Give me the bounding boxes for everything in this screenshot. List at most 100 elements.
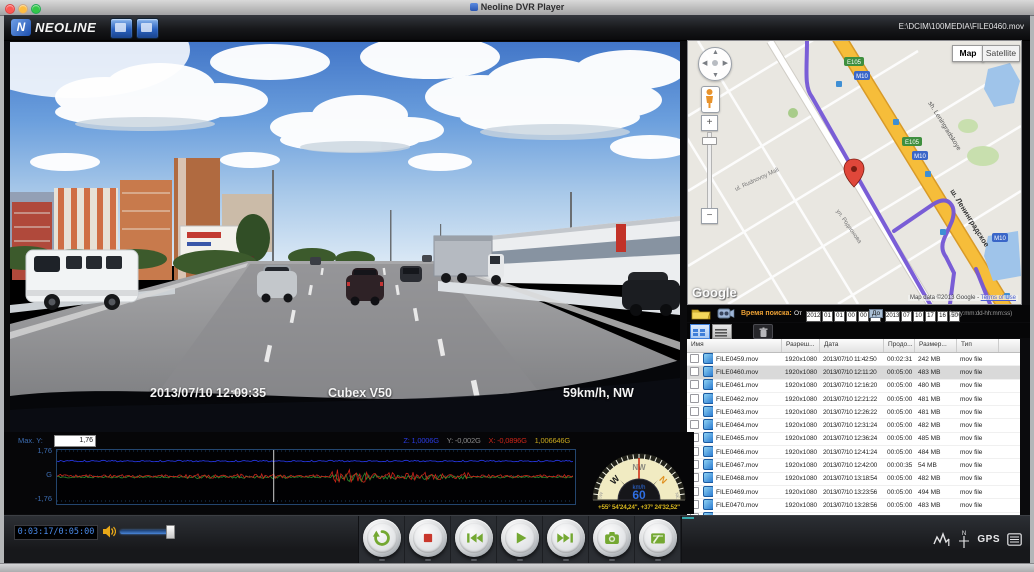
file-name: FILE0470.mov xyxy=(713,502,782,509)
file-type: mov file xyxy=(957,422,999,429)
file-resolution: 1920x1080 xyxy=(782,502,820,509)
camera-files-icon[interactable] xyxy=(717,307,735,320)
player-prev-button[interactable] xyxy=(455,519,493,557)
button-label-dash xyxy=(609,559,615,561)
map-view-button[interactable]: Map xyxy=(952,45,984,62)
movie-file-icon xyxy=(703,406,713,417)
time-field[interactable]: 01 xyxy=(834,311,845,322)
file-checkbox[interactable] xyxy=(690,354,699,363)
thumbnail-view-button[interactable] xyxy=(690,324,710,339)
file-type: mov file xyxy=(957,396,999,403)
open-folder-button[interactable] xyxy=(136,18,159,39)
delete-files-button[interactable] xyxy=(753,324,773,339)
compass-toggle-icon[interactable]: N xyxy=(958,529,970,549)
file-duration: 00:05:00 xyxy=(884,435,915,442)
column-header[interactable]: Тип xyxy=(957,339,999,352)
speaker-icon[interactable] xyxy=(102,524,116,539)
neoline-logo-icon: N xyxy=(11,19,31,36)
file-list-toggle-icon[interactable] xyxy=(1007,533,1022,546)
street-view-pegman[interactable] xyxy=(701,86,720,113)
g-sensor-graph[interactable] xyxy=(56,449,576,505)
max-y-input[interactable]: 1,76 xyxy=(54,435,96,447)
file-checkbox[interactable] xyxy=(690,394,699,403)
time-field[interactable]: 10 xyxy=(913,311,924,322)
movie-file-icon xyxy=(703,419,713,430)
time-field[interactable]: 00 xyxy=(846,311,857,322)
movie-file-icon xyxy=(703,472,713,483)
file-size: 481 MB xyxy=(915,396,957,403)
svg-text:E105: E105 xyxy=(847,60,862,66)
gps-map[interactable]: sh. Leningradskoye ш. Ленинградское ul. … xyxy=(687,40,1022,305)
time-field[interactable]: 2012 xyxy=(806,311,821,322)
terms-of-use-link[interactable]: Terms of Use xyxy=(981,295,1016,301)
file-row[interactable]: FILE0461.mov1920x10802013/07/10 12:16:20… xyxy=(687,380,1020,393)
file-row[interactable]: FILE0470.mov1920x10802013/07/10 13:28:56… xyxy=(687,499,1020,512)
movie-file-icon xyxy=(703,486,713,497)
file-duration: 00:00:35 xyxy=(884,462,915,469)
file-row[interactable]: FILE0468.mov1920x10802013/07/10 13:18:54… xyxy=(687,473,1020,486)
time-field[interactable]: 17 xyxy=(925,311,936,322)
file-row[interactable]: FILE0469.mov1920x10802013/07/10 13:23:56… xyxy=(687,486,1020,499)
player-stop-button[interactable] xyxy=(409,519,447,557)
player-display-button[interactable] xyxy=(639,519,677,557)
file-list: ИмяРазреш...ДатаПродо...Размер...Тип FIL… xyxy=(687,339,1020,512)
open-files-button[interactable] xyxy=(110,18,133,39)
file-date: 2013/07/10 12:31:24 xyxy=(820,422,884,429)
to-label[interactable]: До xyxy=(869,309,883,318)
map-pan-control[interactable]: ▲▼ ◀▶ xyxy=(698,47,732,81)
column-header[interactable]: Размер... xyxy=(915,339,957,352)
z-trace xyxy=(57,460,573,462)
file-checkbox[interactable] xyxy=(690,380,699,389)
movie-file-icon xyxy=(703,366,713,377)
file-date: 2013/07/10 12:16:20 xyxy=(820,382,884,389)
column-header[interactable]: Разреш... xyxy=(782,339,820,352)
satellite-view-button[interactable]: Satellite xyxy=(982,45,1020,62)
map-zoom-in-button[interactable]: + xyxy=(701,115,718,131)
file-row[interactable]: FILE0459.mov1920x10802013/07/10 11:42:50… xyxy=(687,353,1020,366)
player-button-cell xyxy=(451,516,497,564)
dashcam-scene xyxy=(10,42,680,432)
status-icons: N GPS xyxy=(933,526,1022,552)
file-row[interactable]: FILE0467.mov1920x10802013/07/10 12:42:00… xyxy=(687,459,1020,472)
player-next-button[interactable] xyxy=(547,519,585,557)
player-buttons xyxy=(358,516,682,564)
map-zoom-out-button[interactable]: − xyxy=(701,208,718,224)
time-field[interactable]: 16 xyxy=(937,311,948,322)
file-resolution: 1920x1080 xyxy=(782,369,820,376)
g-sensor-toggle-icon[interactable] xyxy=(933,531,951,547)
file-date: 2013/07/10 12:11:20 xyxy=(820,369,884,376)
player-play-button[interactable] xyxy=(501,519,539,557)
file-checkbox[interactable] xyxy=(690,420,699,429)
column-header[interactable]: Имя xyxy=(687,339,782,352)
open-folder-icon[interactable] xyxy=(691,307,711,320)
player-loop-button[interactable] xyxy=(363,519,401,557)
file-row[interactable]: FILE0465.mov1920x10802013/07/10 12:36:24… xyxy=(687,433,1020,446)
file-row[interactable]: FILE0466.mov1920x10802013/07/10 12:41:24… xyxy=(687,446,1020,459)
file-row[interactable]: FILE0462.mov1920x10802013/07/10 12:21:22… xyxy=(687,393,1020,406)
column-header[interactable]: Дата xyxy=(820,339,884,352)
file-checkbox[interactable] xyxy=(690,407,699,416)
time-field[interactable]: 2013 xyxy=(885,311,900,322)
file-row[interactable]: FILE0460.mov1920x10802013/07/10 12:11:20… xyxy=(687,366,1020,379)
player-snapshot-button[interactable] xyxy=(593,519,631,557)
file-date: 2013/07/10 12:42:00 xyxy=(820,462,884,469)
file-date: 2013/07/10 12:26:22 xyxy=(820,409,884,416)
player-button-cell xyxy=(359,516,405,564)
file-size: 482 MB xyxy=(915,422,957,429)
button-label-dash xyxy=(517,559,523,561)
file-row[interactable]: FILE0464.mov1920x10802013/07/10 12:31:24… xyxy=(687,419,1020,432)
list-view-button[interactable] xyxy=(712,324,732,339)
movie-file-icon xyxy=(703,446,713,457)
file-row[interactable]: FILE0463.mov1920x10802013/07/10 12:26:22… xyxy=(687,406,1020,419)
file-resolution: 1920x1080 xyxy=(782,409,820,416)
time-field[interactable]: 00 xyxy=(858,311,869,322)
time-field[interactable]: 07 xyxy=(901,311,912,322)
file-size: 494 MB xyxy=(915,489,957,496)
file-checkbox[interactable] xyxy=(690,367,699,376)
column-header[interactable]: Продо... xyxy=(884,339,915,352)
volume-handle[interactable] xyxy=(166,525,175,539)
map-zoom-handle[interactable] xyxy=(702,137,717,145)
time-field[interactable]: 01 xyxy=(822,311,833,322)
file-type: mov file xyxy=(957,475,999,482)
player-button-cell xyxy=(405,516,451,564)
